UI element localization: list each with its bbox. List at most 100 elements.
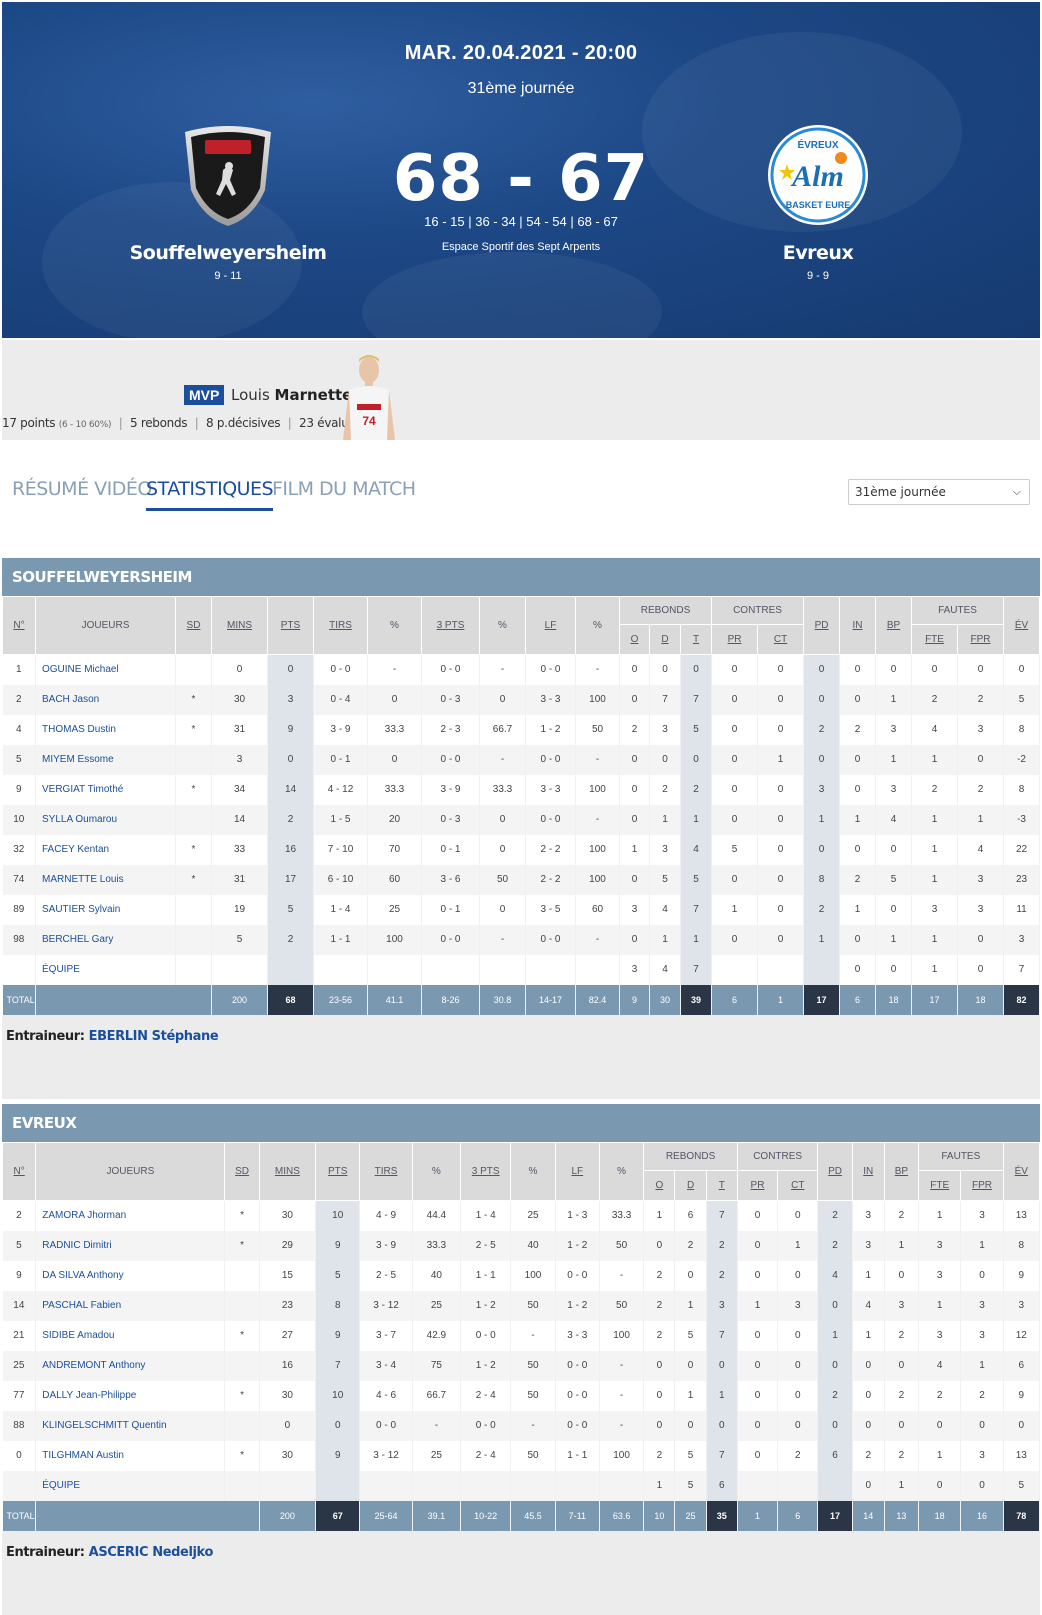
cell-reb-o: 1 (643, 1470, 676, 1501)
cell-player[interactable]: THOMAS Dustin (35, 714, 176, 745)
total-cell: 17 (817, 1500, 853, 1531)
cell-blk-ct: 0 (777, 1380, 819, 1411)
cell-ev: 8 (1003, 714, 1041, 745)
cell-bp: 1 (875, 744, 913, 775)
col-group-blocks: CONTRES (711, 596, 805, 625)
cell-fpr: 0 (960, 1410, 1004, 1441)
cell-player[interactable]: ANDREMONT Anthony (35, 1350, 226, 1381)
col-mins[interactable]: MINS (211, 596, 268, 655)
col-in[interactable]: IN (839, 596, 877, 655)
cell-player[interactable]: ÉQUIPE (35, 954, 176, 985)
col-tirs[interactable]: TIRS (313, 596, 368, 655)
col-mins[interactable]: MINS (258, 1142, 317, 1201)
cell-num: 0 (2, 1440, 37, 1471)
col-in[interactable]: IN (851, 1142, 885, 1201)
col-tirs[interactable]: TIRS (359, 1142, 413, 1201)
cell-player[interactable]: OGUINE Michael (35, 654, 176, 685)
tab-match-film[interactable]: FILM DU MATCH (272, 478, 416, 500)
total-cell: 45.5 (510, 1500, 556, 1531)
col-blk-pr[interactable]: PR (711, 624, 759, 655)
cell-player[interactable]: SYLLA Oumarou (35, 804, 176, 835)
cell-ev: 8 (1003, 1230, 1041, 1261)
cell-blk-pr: 0 (711, 744, 759, 775)
tab-video-summary[interactable]: RÉSUMÉ VIDÉO (12, 478, 152, 500)
cell-player[interactable]: SAUTIER Sylvain (35, 894, 176, 925)
cell-player[interactable]: KLINGELSCHMITT Quentin (35, 1410, 226, 1441)
cell-mins: 23 (259, 1290, 317, 1321)
cell-fte: 1 (911, 834, 959, 865)
cell-player[interactable]: ZAMORA Jhorman (35, 1200, 226, 1231)
col-3pts[interactable]: 3 PTS (460, 1142, 512, 1201)
col-pts[interactable]: PTS (315, 1142, 361, 1201)
col-ev[interactable]: ÉV (1002, 1142, 1041, 1201)
cell-player[interactable]: BACH Jason (35, 684, 176, 715)
cell-sd: * (175, 864, 212, 895)
col-fte[interactable]: FTE (911, 624, 959, 655)
cell-player[interactable]: MIYEM Essome (35, 744, 176, 775)
cell-player[interactable]: PASCHAL Fabien (35, 1290, 226, 1321)
col-reb-d[interactable]: D (674, 1170, 707, 1201)
col-num[interactable]: N° (1, 1142, 37, 1201)
mvp-player-name[interactable]: Louis Marnette (231, 386, 352, 404)
col-blk-ct[interactable]: CT (757, 624, 805, 655)
cell-three: 1 - 1 (460, 1260, 512, 1291)
cell-mins: 31 (211, 714, 268, 745)
cell-fte: 1 (911, 744, 959, 775)
cell-ft: 3 - 3 (525, 774, 576, 805)
cell-player[interactable]: BERCHEL Gary (35, 924, 176, 955)
col-reb-t[interactable]: T (705, 1170, 738, 1201)
coach-name[interactable]: ASCERIC Nedeljko (89, 1545, 214, 1560)
cell-blk-ct: 1 (777, 1230, 819, 1261)
cell-tirs: 4 - 12 (313, 774, 368, 805)
coach-name[interactable]: EBERLIN Stéphane (89, 1029, 219, 1044)
cell-player[interactable]: DALLY Jean-Philippe (35, 1380, 226, 1411)
cell-reb-d: 5 (649, 864, 681, 895)
col-reb-d[interactable]: D (649, 624, 681, 655)
col-reb-o[interactable]: O (619, 624, 650, 655)
col-reb-t[interactable]: T (679, 624, 713, 655)
col-fpr[interactable]: FPR (960, 1170, 1004, 1201)
col-ev[interactable]: ÉV (1003, 596, 1041, 655)
cell-player[interactable]: TILGHMAN Austin (35, 1440, 226, 1471)
cell-player[interactable]: DA SILVA Anthony (35, 1260, 226, 1291)
cell-reb-d: 7 (649, 684, 681, 715)
col-pd[interactable]: PD (817, 1142, 853, 1201)
col-blk-pr[interactable]: PR (736, 1170, 779, 1201)
cell-reb-o: 2 (643, 1290, 676, 1321)
cell-player[interactable]: FACEY Kentan (35, 834, 176, 865)
col-reb-o[interactable]: O (643, 1170, 676, 1201)
total-cell: 16 (960, 1500, 1004, 1531)
col-bp[interactable]: BP (883, 1142, 920, 1201)
cell-player[interactable]: RADNIC Dimitri (35, 1230, 226, 1261)
chevron-down-icon: ⌵ (1012, 485, 1021, 498)
cell-pd: 2 (803, 714, 841, 745)
cell-blk-pr: 0 (737, 1380, 779, 1411)
col-pd[interactable]: PD (803, 596, 841, 655)
col-sd[interactable]: SD (224, 1142, 260, 1201)
total-cell: 1 (737, 1500, 779, 1531)
cell-player[interactable]: MARNETTE Louis (35, 864, 176, 895)
round-select[interactable]: 31ème journée ⌵ (848, 479, 1030, 505)
col-3pts[interactable]: 3 PTS (421, 596, 480, 655)
cell-player[interactable]: ÉQUIPE (35, 1470, 226, 1501)
col-bp[interactable]: BP (875, 596, 913, 655)
cell-bp: 0 (875, 954, 913, 985)
cell-player[interactable]: VERGIAT Timothé (35, 774, 176, 805)
col-num[interactable]: N° (2, 596, 36, 655)
away-team[interactable]: ÉVREUX Alm BASKET EURE Evreux 9 - 9 (718, 120, 918, 282)
col-ft[interactable]: LF (525, 596, 576, 655)
cell-player[interactable]: SIDIBE Amadou (35, 1320, 226, 1351)
cell-mins: 14 (211, 804, 268, 835)
col-ft[interactable]: LF (554, 1142, 600, 1201)
col-fpr[interactable]: FPR (957, 624, 1005, 655)
col-fte[interactable]: FTE (918, 1170, 962, 1201)
total-cell: 30.8 (479, 984, 526, 1015)
col-pts[interactable]: PTS (267, 596, 314, 655)
cell-pts: 0 (315, 1410, 361, 1441)
cell-ft: 2 - 2 (525, 864, 576, 895)
col-sd[interactable]: SD (175, 596, 212, 655)
col-blk-ct[interactable]: CT (777, 1170, 819, 1201)
tab-statistics[interactable]: STATISTIQUES (146, 478, 274, 511)
cell-three: 1 - 4 (460, 1200, 512, 1231)
total-row: TOTAL 200 67 25-64 39.1 10-22 45.5 7-11 63.6 10 25… (2, 1500, 1041, 1531)
